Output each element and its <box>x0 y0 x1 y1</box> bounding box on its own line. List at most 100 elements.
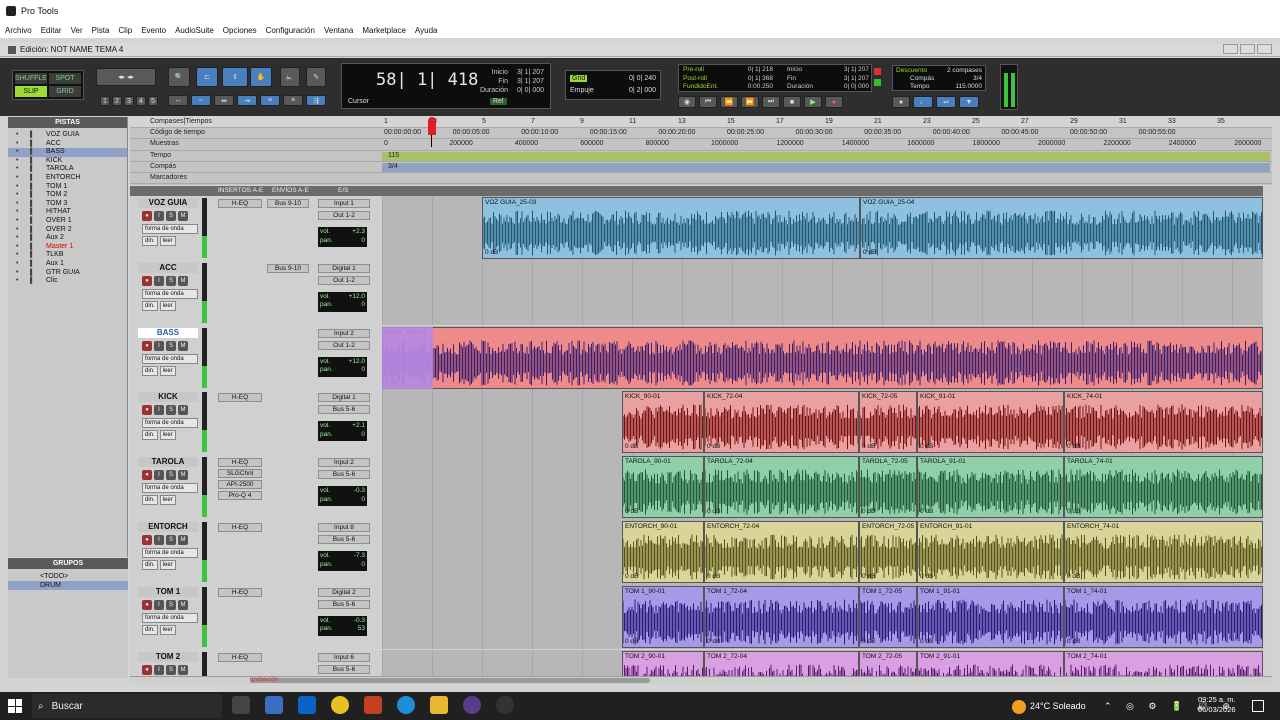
record-icon[interactable]: ● <box>825 96 843 108</box>
solo-button[interactable]: S <box>166 211 176 221</box>
clip-gain[interactable]: 0 dB <box>707 573 720 580</box>
track-list-item[interactable]: HITHAT <box>8 208 127 217</box>
merge-icon[interactable]: ▼ <box>959 96 979 108</box>
automation-read[interactable]: leer <box>159 560 176 570</box>
insert-slot[interactable]: Pro-Q 4 <box>218 491 262 501</box>
dynamic-label[interactable]: din. <box>142 365 158 376</box>
transport-length-value[interactable]: 0| 0| 000 <box>844 83 869 92</box>
volume-value[interactable]: -0.3 <box>354 487 365 496</box>
volume-pan-display[interactable]: vol. -0.3 pan. 53 <box>318 615 367 636</box>
menu-opciones[interactable]: Opciones <box>223 26 257 35</box>
solo-button[interactable]: S <box>166 405 176 416</box>
mute-button[interactable]: M <box>178 599 188 610</box>
tempo-ruler[interactable]: Tempo 115 <box>130 151 1272 162</box>
track-list-item[interactable]: TAROLA <box>8 165 127 174</box>
volume-value[interactable]: +12.0 <box>349 293 365 302</box>
dynamic-label[interactable]: din. <box>142 236 158 246</box>
clock-app-icon[interactable] <box>496 696 514 714</box>
output-selector[interactable]: Bus 5-6 <box>318 664 370 674</box>
output-selector[interactable]: Bus 5-6 <box>318 599 370 609</box>
automation-read[interactable]: leer <box>159 495 176 506</box>
fade-in-value[interactable]: 0:00.250 <box>748 83 773 92</box>
volume-pan-display[interactable]: vol. +12.0 pan. 0 <box>318 356 367 377</box>
volume-pan-display[interactable]: vol. -7.3 pan. 0 <box>318 551 367 571</box>
clip-gain[interactable]: 0 dB <box>625 573 638 580</box>
insert-slot[interactable]: H-EQ <box>218 393 262 403</box>
postroll-label[interactable]: Post-roll <box>683 75 707 82</box>
track-view-selector[interactable]: forma de onda <box>142 353 198 364</box>
track-lane[interactable]: TOM 2_90-01 TOM 2_72-04 TOM 2_72-05 TOM … <box>382 649 1263 676</box>
track-name[interactable]: KICK <box>138 392 198 403</box>
audio-clip[interactable]: TOM 1_91-01 0 dB <box>917 585 1064 648</box>
insert-slot[interactable]: H-EQ <box>218 523 262 532</box>
mute-button[interactable]: M <box>178 275 188 286</box>
volume-pan-display[interactable]: vol. +12.0 pan. 0 <box>318 291 367 312</box>
audio-clip[interactable]: TOM 1_72-05 0 dB <box>859 585 917 648</box>
clip-gain[interactable]: 0 dB <box>625 443 638 450</box>
pan-value[interactable]: 0 <box>361 366 365 375</box>
shuffle-mode-button[interactable]: SHUFFLE <box>15 73 47 84</box>
menu-clip[interactable]: Clip <box>118 26 132 35</box>
audio-clip[interactable]: ENTORCH_72-04 0 dB <box>704 521 859 583</box>
clip-gain[interactable]: 0 dB <box>920 573 933 580</box>
insert-slot[interactable]: H-EQ <box>218 652 262 662</box>
volume-pan-display[interactable]: vol. +2.3 pan. 0 <box>318 227 367 247</box>
meter-ruler[interactable]: Compás 3/4 <box>130 162 1272 173</box>
volume-value[interactable]: -0.3 <box>354 617 365 626</box>
menu-pista[interactable]: Pista <box>92 26 110 35</box>
menu-ayuda[interactable]: Ayuda <box>415 26 438 35</box>
zoom-preset-3[interactable]: 3 <box>124 96 134 106</box>
trim-tool-icon[interactable]: ⊏ <box>196 67 218 87</box>
track-list-item[interactable]: KICK <box>8 157 127 166</box>
track-list-item[interactable]: BASS <box>8 148 127 157</box>
link-track-icon[interactable]: ⇹ <box>214 95 234 106</box>
menu-ventana[interactable]: Ventana <box>324 26 353 35</box>
preroll-label[interactable]: Pre-roll <box>683 66 704 73</box>
audio-clip[interactable]: KICK_91-01 0 dB <box>917 391 1064 454</box>
output-selector[interactable]: Out 1-2 <box>318 211 370 220</box>
audio-clip[interactable]: ENTORCH_74-01 0 dB <box>1064 521 1263 583</box>
pan-value[interactable]: 0 <box>361 496 365 505</box>
dynamic-label[interactable]: din. <box>142 300 158 311</box>
vertical-scrollbar[interactable] <box>1263 186 1272 676</box>
link-timeline-icon[interactable]: ⇔ <box>191 95 211 106</box>
track-list-item[interactable]: ENTORCH <box>8 174 127 183</box>
countoff-value[interactable]: 2 compases <box>947 67 982 75</box>
track-list-item[interactable]: TOM 3 <box>8 200 127 209</box>
mute-button[interactable]: M <box>178 211 188 221</box>
input-monitor-button[interactable]: I <box>154 340 164 351</box>
clip-gain[interactable]: 0 dB <box>920 508 933 515</box>
countoff-label[interactable]: Descuento <box>896 67 927 74</box>
clip-gain[interactable]: 0 dB <box>862 443 875 450</box>
start-value[interactable]: 3| 1| 207 <box>514 68 544 77</box>
fast-forward-icon[interactable]: ⏩ <box>741 96 759 108</box>
menu-ver[interactable]: Ver <box>71 26 83 35</box>
track-name[interactable]: ENTORCH <box>138 522 198 532</box>
track-list-item[interactable]: Aux 1 <box>8 260 127 269</box>
audio-clip[interactable]: TOM 2_74-01 <box>1064 650 1263 676</box>
metronome-icon[interactable]: ♩ <box>913 96 933 108</box>
menu-marketplace[interactable]: Marketplace <box>362 26 406 35</box>
dynamic-label[interactable]: din. <box>142 495 158 506</box>
input-selector[interactable]: Input 1 <box>318 199 370 208</box>
pan-value[interactable]: 0 <box>361 237 365 246</box>
input-selector[interactable]: Input 2 <box>318 328 370 338</box>
relative-toggle[interactable]: Rel <box>490 98 507 105</box>
clip-gain[interactable]: 0 dB <box>1067 638 1080 645</box>
track-view-selector[interactable]: forma de onda <box>142 548 198 558</box>
audio-clip[interactable]: TOM 2_72-04 <box>704 650 859 676</box>
input-selector[interactable]: Digital 2 <box>318 587 370 597</box>
dynamic-label[interactable]: din. <box>142 560 158 570</box>
track-view-selector[interactable]: forma de onda <box>142 418 198 429</box>
clip-gain[interactable]: 0 dB <box>862 573 875 580</box>
automation-read[interactable]: leer <box>159 430 176 441</box>
volume-value[interactable]: +12.0 <box>349 358 365 367</box>
pan-value[interactable]: 53 <box>358 625 365 634</box>
send-slot[interactable]: Bus 9-10 <box>267 263 309 273</box>
mute-button[interactable]: M <box>178 405 188 416</box>
selector-tool-icon[interactable]: ⇕ <box>222 67 248 87</box>
clip-gain[interactable]: 0 dB <box>625 638 638 645</box>
audio-clip[interactable]: ENTORCH_72-05 0 dB <box>859 521 917 583</box>
stop-icon[interactable]: ■ <box>783 96 801 108</box>
scroll-option-icon[interactable]: ≡ <box>283 95 303 106</box>
